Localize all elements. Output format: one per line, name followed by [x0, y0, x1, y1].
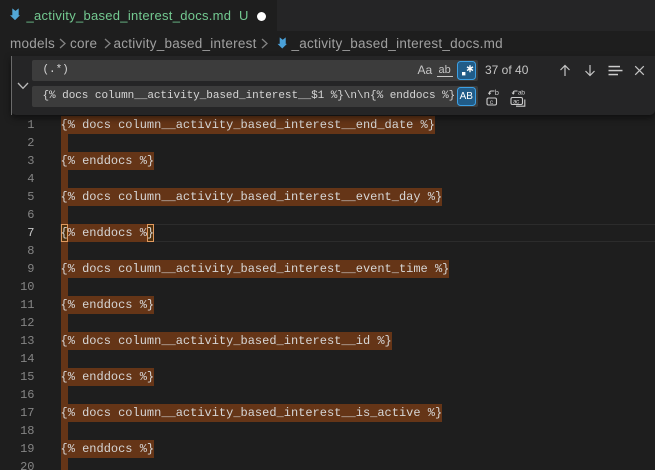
svg-text:c: c: [489, 99, 493, 106]
svg-text:ab: ab: [518, 90, 525, 98]
svg-text:b: b: [494, 90, 498, 98]
